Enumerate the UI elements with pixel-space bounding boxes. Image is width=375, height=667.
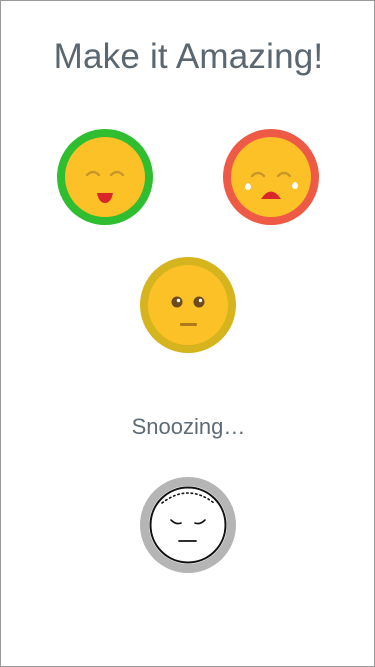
crying-face-icon xyxy=(223,129,319,225)
sad-mood-button[interactable] xyxy=(223,129,319,225)
neutral-mood-button[interactable] xyxy=(140,257,236,353)
app-screen: Make it Amazing! Snoozing… xyxy=(0,0,375,667)
happy-face-icon xyxy=(57,129,153,225)
page-title: Make it Amazing! xyxy=(53,37,324,76)
snooze-status-face[interactable] xyxy=(140,477,236,573)
happy-mood-button[interactable] xyxy=(57,129,153,225)
sleeping-face-icon xyxy=(140,477,236,573)
neutral-face-icon xyxy=(140,257,236,353)
status-label: Snoozing… xyxy=(131,414,246,439)
